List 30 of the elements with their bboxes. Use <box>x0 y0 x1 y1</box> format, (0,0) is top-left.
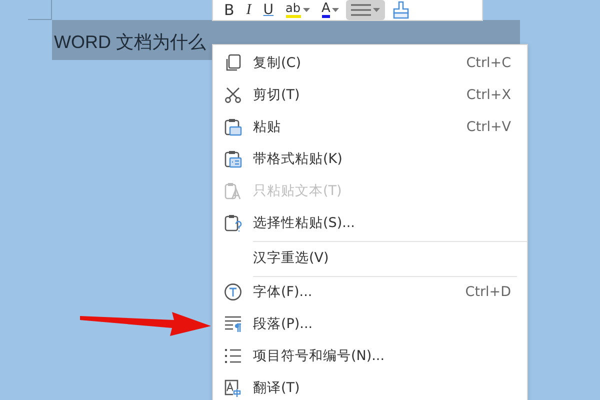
underline-button[interactable]: U <box>258 0 279 20</box>
caret-icon <box>373 8 380 12</box>
list-icon <box>224 347 242 365</box>
caret-icon <box>332 8 340 12</box>
copy-icon <box>224 54 242 72</box>
caret-icon <box>302 8 310 12</box>
scissors-icon <box>224 86 242 104</box>
clipboard-icon <box>224 214 242 232</box>
clipboard-icon <box>224 182 242 200</box>
highlight-button[interactable]: ab <box>280 0 315 20</box>
menu-item[interactable]: 翻译(T) <box>213 372 527 400</box>
menu-item[interactable]: 项目符号和编号(N)... <box>213 340 527 372</box>
menu-item[interactable]: 选择性粘贴(S)... <box>213 207 527 239</box>
letter-t-icon <box>224 283 242 301</box>
page-corner-mark <box>28 0 52 20</box>
menu-item[interactable]: 粘贴 Ctrl+V <box>213 111 527 143</box>
italic-button[interactable]: I <box>241 0 256 20</box>
paint-brush-icon <box>392 1 410 19</box>
clipboard-icon <box>224 118 242 136</box>
menu-item[interactable]: 剪切(T) Ctrl+X <box>213 79 527 111</box>
bold-button[interactable]: B <box>219 0 240 20</box>
translate-icon <box>224 379 242 397</box>
clipboard-icon <box>224 150 242 168</box>
menu-item[interactable]: 段落(P)... <box>213 308 527 340</box>
menu-item[interactable]: 汉字重选(V) <box>253 241 527 274</box>
menu-item[interactable]: 带格式粘贴(K) <box>213 143 527 175</box>
paragraph-icon <box>224 315 242 333</box>
align-icon <box>351 3 372 17</box>
font-color-button[interactable]: A <box>316 0 344 20</box>
align-button[interactable] <box>346 0 386 20</box>
